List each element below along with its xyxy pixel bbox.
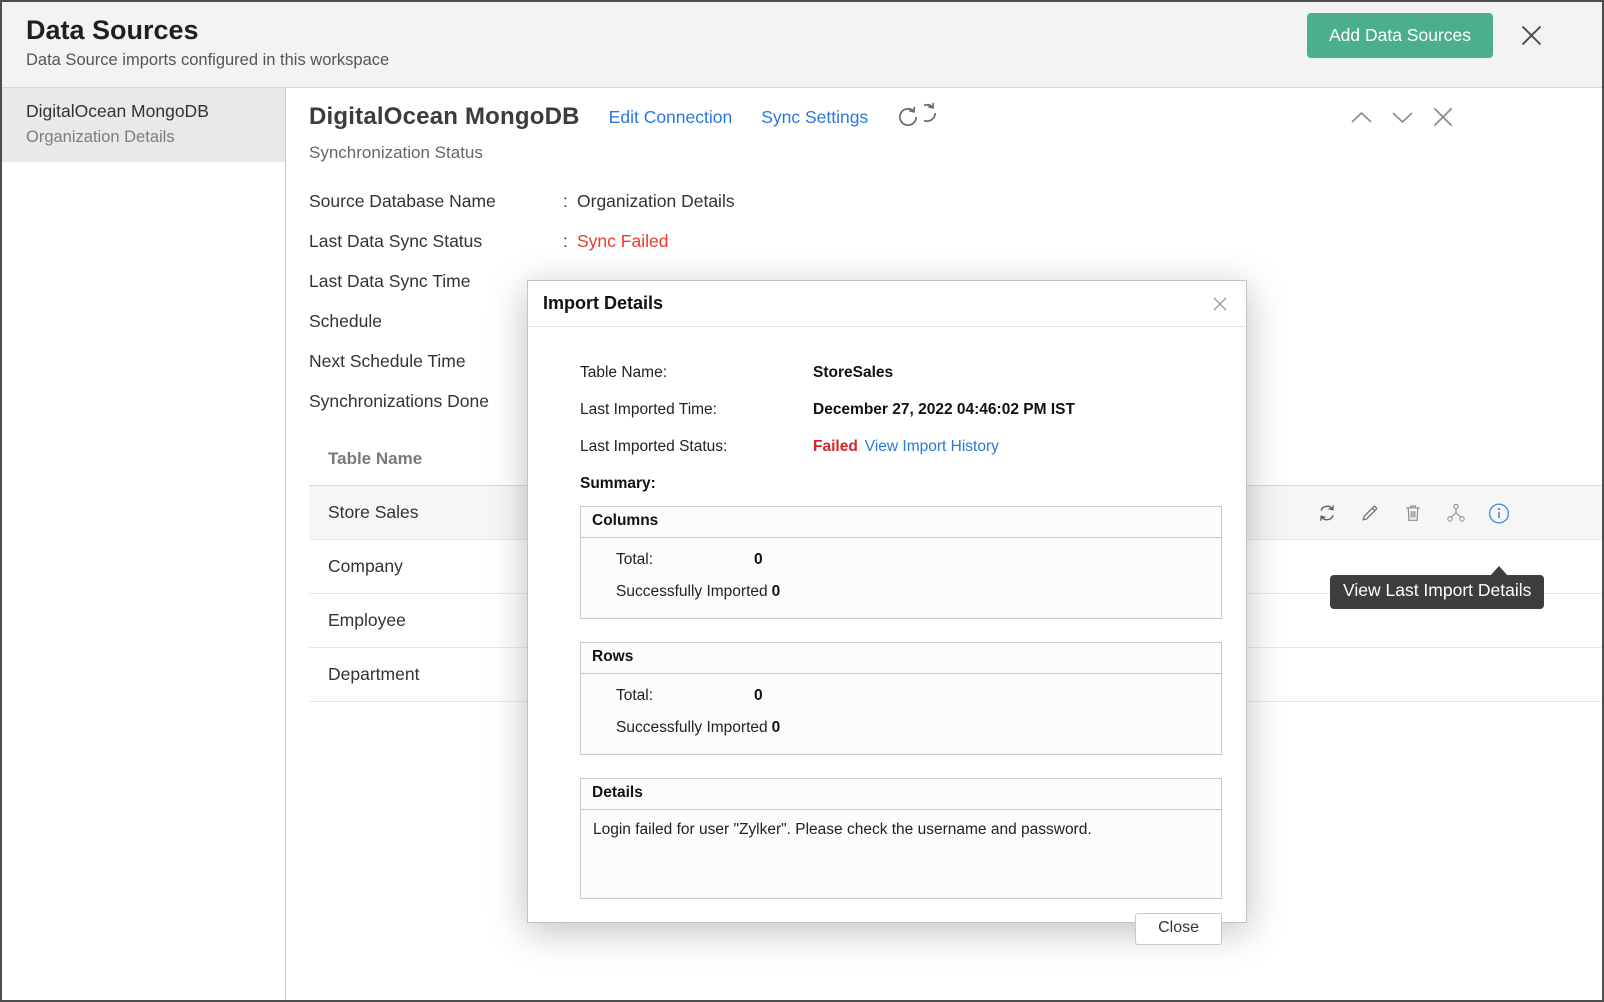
details-message: Login failed for user "Zylker". Please c… [581,810,1221,898]
summary-label: Summary: [580,475,1222,493]
field-last-data-sync-status: Last Data Sync Status : Sync Failed [309,231,1602,249]
modal-field-value: StoreSales [813,364,893,382]
modal-field-value: December 27, 2022 04:46:02 PM IST [813,401,1075,419]
table-row-label: Employee [328,610,406,631]
field-label: Next Schedule Time [309,351,563,369]
columns-summary-box: Columns Total: 0 Successfully Imported 0 [580,506,1222,619]
edit-connection-link[interactable]: Edit Connection [609,107,733,128]
imported-value: 0 [772,719,781,737]
modal-title: Import Details [543,293,663,314]
modal-close-icon[interactable] [1210,294,1230,314]
row-actions [1316,502,1510,524]
rows-box-body: Total: 0 Successfully Imported 0 [581,674,1221,754]
data-sources-page: Data Sources Data Source imports configu… [0,0,1604,1002]
import-details-modal: Import Details Table Name: StoreSales La… [527,280,1247,923]
tooltip-arrow [1490,566,1508,576]
sync-status-section-title: Synchronization Status [309,143,1602,163]
modal-body: Table Name: StoreSales Last Imported Tim… [528,327,1246,945]
imported-label: Successfully Imported [616,719,768,737]
columns-total-row: Total: 0 [616,551,1221,569]
sidebar: DigitalOcean MongoDB Organization Detail… [2,88,286,1000]
rows-imported-row: Successfully Imported 0 [616,719,1221,737]
datasource-title: DigitalOcean MongoDB [309,103,580,131]
field-label: Synchronizations Done [309,391,563,409]
chevron-down-icon[interactable] [1389,107,1416,127]
page-header: Data Sources Data Source imports configu… [2,2,1602,88]
sync-settings-link[interactable]: Sync Settings [761,107,868,128]
chevron-up-icon[interactable] [1348,107,1375,127]
total-value: 0 [754,687,763,705]
rows-total-row: Total: 0 [616,687,1221,705]
sidebar-item-title: DigitalOcean MongoDB [26,101,275,122]
modal-field-label: Table Name: [580,364,813,382]
add-data-sources-button[interactable]: Add Data Sources [1307,13,1493,58]
delete-icon[interactable] [1402,502,1424,524]
columns-box-title: Columns [581,507,1221,538]
table-row-label: Store Sales [328,502,418,523]
table-row-label: Department [328,664,419,685]
status-failed-value: Failed [813,438,858,456]
rows-summary-box: Rows Total: 0 Successfully Imported 0 [580,642,1222,755]
modal-field-last-imported-time: Last Imported Time: December 27, 2022 04… [580,401,1222,418]
sync-icon-group [894,103,941,131]
resync-icon[interactable] [924,99,941,127]
rows-box-title: Rows [581,643,1221,674]
sidebar-item-digitalocean-mongodb[interactable]: DigitalOcean MongoDB Organization Detail… [2,88,285,162]
imported-label: Successfully Imported [616,583,768,601]
field-label: Last Data Sync Status [309,231,563,249]
modal-field-label: Last Imported Status: [580,438,813,456]
modal-field-table-name: Table Name: StoreSales [580,364,1222,381]
modal-header: Import Details [528,281,1246,327]
modal-footer: Close [580,913,1222,945]
details-box-title: Details [581,779,1221,810]
modal-close-button[interactable]: Close [1135,913,1222,945]
total-label: Total: [616,551,750,569]
field-label: Schedule [309,311,563,329]
field-value-sync-failed: Sync Failed [577,231,668,249]
field-source-database-name: Source Database Name : Organization Deta… [309,191,1602,209]
refresh-icon[interactable] [1316,502,1338,524]
sidebar-item-subtitle: Organization Details [26,128,275,147]
edit-icon[interactable] [1359,502,1381,524]
columns-imported-row: Successfully Imported 0 [616,583,1221,601]
field-colon: : [563,231,577,249]
sync-now-icon[interactable] [894,103,922,131]
tooltip-view-last-import-details: View Last Import Details [1330,575,1544,609]
modal-field-last-imported-status: Last Imported Status: Failed View Import… [580,438,1222,455]
field-colon: : [563,191,577,209]
info-icon[interactable] [1488,502,1510,524]
tooltip-text: View Last Import Details [1343,580,1531,600]
total-value: 0 [754,551,763,569]
view-import-history-link[interactable]: View Import History [865,438,999,456]
panel-controls [1348,104,1456,130]
field-label: Last Data Sync Time [309,271,563,289]
columns-box-body: Total: 0 Successfully Imported 0 [581,538,1221,618]
details-box: Details Login failed for user "Zylker". … [580,778,1222,899]
modal-field-label: Last Imported Time: [580,401,813,419]
field-label: Source Database Name [309,191,563,209]
relationships-icon[interactable] [1445,502,1467,524]
close-icon[interactable] [1518,22,1545,49]
total-label: Total: [616,687,750,705]
datasource-heading-row: DigitalOcean MongoDB Edit Connection Syn… [309,103,1602,131]
field-value: Organization Details [577,191,735,209]
table-row-label: Company [328,556,403,577]
imported-value: 0 [772,583,781,601]
panel-close-icon[interactable] [1430,104,1456,130]
